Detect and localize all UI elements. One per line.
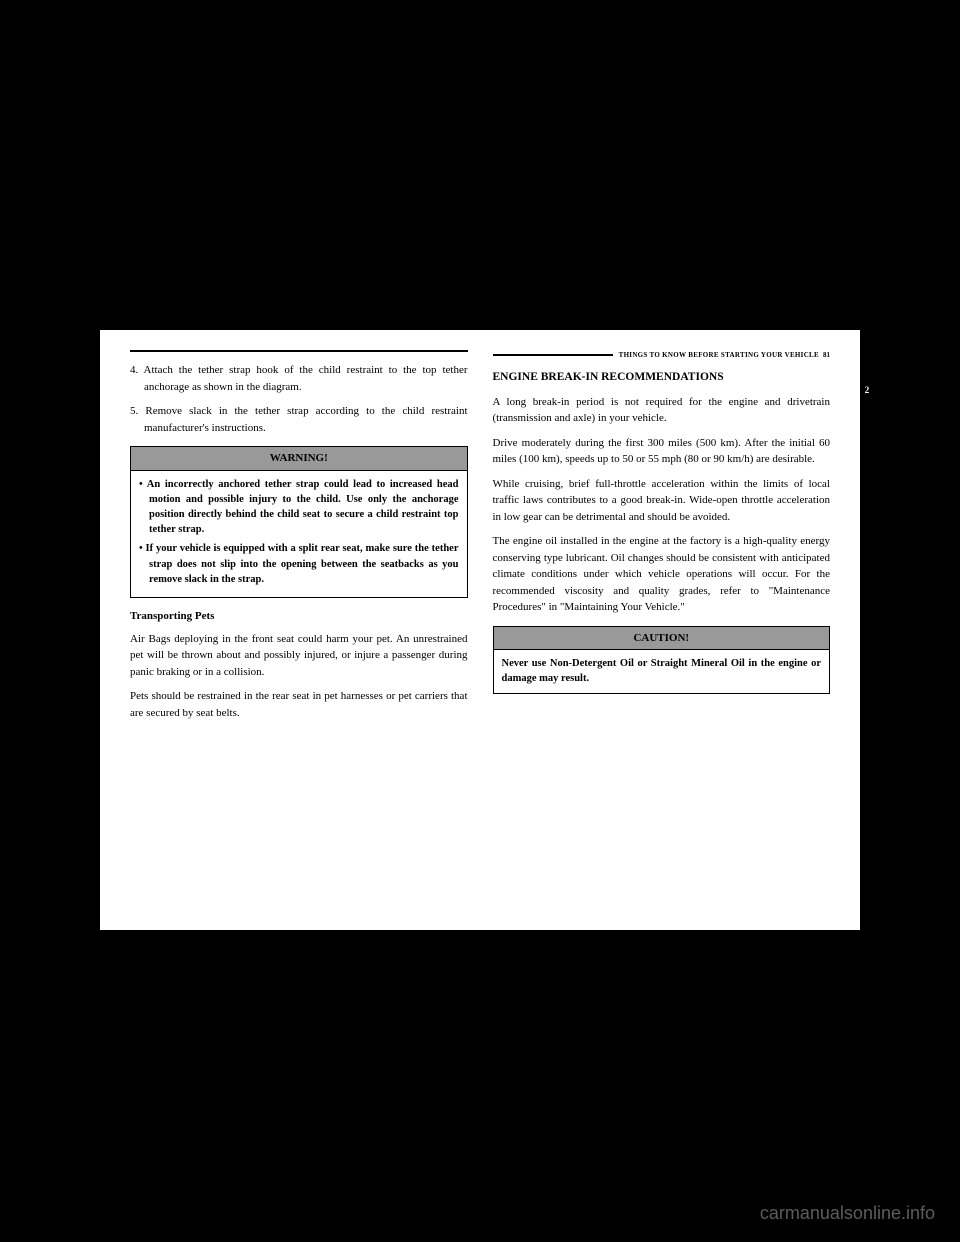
header-rule-right — [493, 354, 613, 356]
section-heading: ENGINE BREAK-IN RECOMMENDATIONS — [493, 369, 831, 386]
warning-box: WARNING! • An incorrectly anchored tethe… — [130, 446, 468, 598]
list-item: 5. Remove slack in the tether strap acco… — [130, 403, 468, 436]
instruction-list: 4. Attach the tether strap hook of the c… — [130, 362, 468, 436]
right-column: THINGS TO KNOW BEFORE STARTING YOUR VEHI… — [493, 350, 831, 910]
body-paragraph: Air Bags deploying in the front seat cou… — [130, 631, 468, 681]
warning-body: • An incorrectly anchored tether strap c… — [131, 471, 467, 598]
left-column: 4. Attach the tether strap hook of the c… — [130, 350, 468, 910]
section-tab: 2 — [860, 378, 874, 402]
body-paragraph: While cruising, brief full-throttle acce… — [493, 476, 831, 526]
header-rule-left — [130, 350, 468, 352]
warning-title: WARNING! — [131, 447, 467, 471]
page-header: THINGS TO KNOW BEFORE STARTING YOUR VEHI… — [493, 350, 831, 361]
caution-body: Never use Non-Detergent Oil or Straight … — [494, 650, 830, 692]
body-paragraph: Drive moderately during the first 300 mi… — [493, 435, 831, 468]
watermark-text: carmanualsonline.info — [760, 1203, 935, 1224]
body-paragraph: A long break-in period is not required f… — [493, 394, 831, 427]
caution-box: CAUTION! Never use Non-Detergent Oil or … — [493, 626, 831, 694]
body-paragraph: The engine oil installed in the engine a… — [493, 533, 831, 616]
page-number: 81 — [823, 350, 830, 361]
warning-item: • If your vehicle is equipped with a spl… — [139, 541, 459, 587]
list-item: 4. Attach the tether strap hook of the c… — [130, 362, 468, 395]
subheading: Transporting Pets — [130, 608, 468, 625]
manual-page: 2 4. Attach the tether strap hook of the… — [100, 330, 860, 930]
warning-item: • An incorrectly anchored tether strap c… — [139, 477, 459, 538]
caution-title: CAUTION! — [494, 627, 830, 651]
body-paragraph: Pets should be restrained in the rear se… — [130, 688, 468, 721]
section-title: THINGS TO KNOW BEFORE STARTING YOUR VEHI… — [619, 350, 819, 361]
